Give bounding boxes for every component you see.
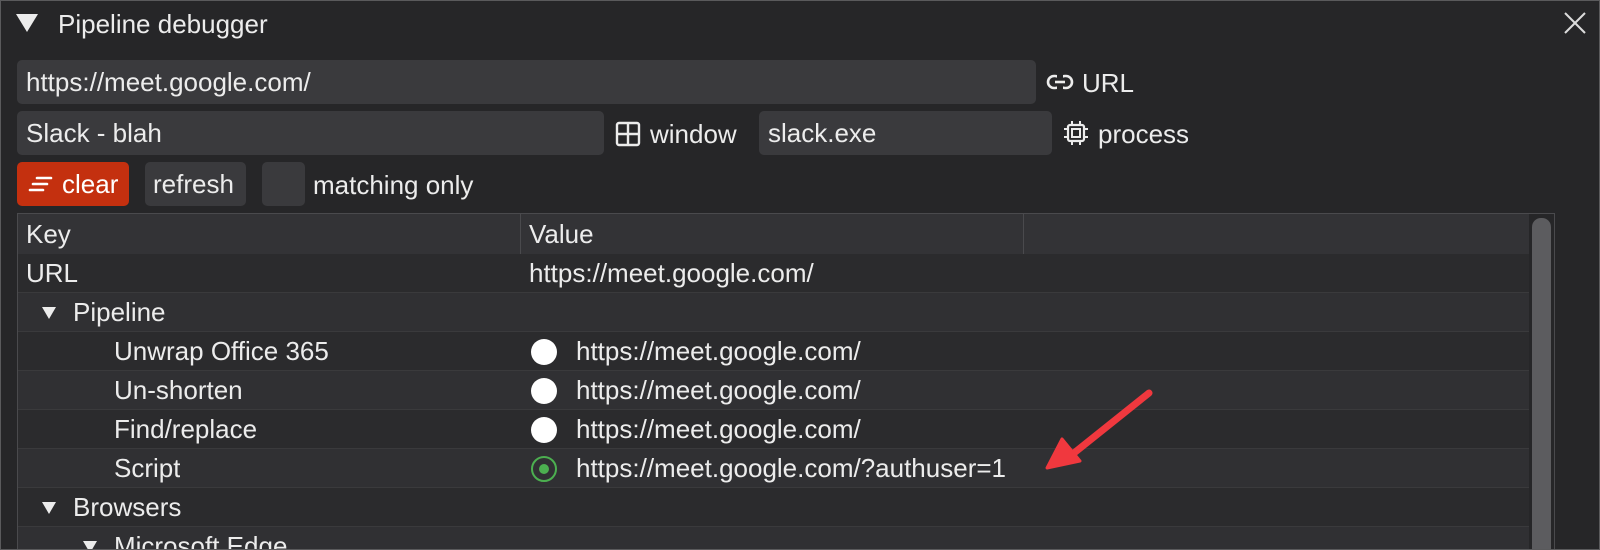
clear-button[interactable]: clear [17,162,129,206]
window-grid-icon [615,121,641,147]
cpu-chip-icon [1064,121,1088,145]
table-row[interactable]: Unwrap Office 365 https://meet.google.co… [18,332,1529,371]
url-label: URL [1082,68,1135,98]
clear-lines-icon [28,176,53,192]
clear-button-label: clear [62,169,119,199]
process-input[interactable]: slack.exe [759,111,1052,155]
table-row[interactable]: Script https://meet.google.com/?authuser… [18,449,1529,488]
row-value: https://meet.google.com/ [529,258,814,288]
close-icon[interactable] [1562,10,1588,36]
column-header-extra [1024,214,1529,254]
pipeline-debugger-window: Pipeline debugger https://meet.google.co… [0,0,1600,550]
matching-only-label: matching only [313,170,474,200]
table-row[interactable]: Microsoft Edge [18,527,1529,550]
step-value: https://meet.google.com/?authuser=1 [576,453,1006,483]
window-label: window [650,119,737,149]
step-value: https://meet.google.com/ [576,336,861,366]
process-label: process [1098,119,1190,149]
group-key: Pipeline [73,297,166,327]
step-key: Un-shorten [114,375,243,405]
expand-triangle-icon[interactable] [42,307,56,319]
title-bar: Pipeline debugger [1,1,1599,47]
window-title: Pipeline debugger [58,9,268,39]
scrollbar-thumb[interactable] [1532,218,1551,549]
step-key: Script [114,453,181,483]
step-value: https://meet.google.com/ [576,414,861,444]
collapse-triangle-icon[interactable] [16,14,38,32]
table-row[interactable]: Browsers [18,488,1529,527]
expand-triangle-icon[interactable] [42,502,56,514]
link-icon [1046,74,1074,90]
column-header-value[interactable]: Value [521,214,1023,254]
url-input[interactable]: https://meet.google.com/ [17,60,1036,104]
step-value: https://meet.google.com/ [576,375,861,405]
table-row[interactable]: Find/replace https://meet.google.com/ [18,410,1529,449]
matching-only-checkbox[interactable] [262,162,305,206]
status-unchanged-icon [531,339,557,365]
group-key: Browsers [73,492,182,522]
expand-triangle-icon[interactable] [83,541,97,549]
table-header: Key Value [18,214,1529,255]
table-row[interactable]: Pipeline [18,293,1529,332]
column-header-key[interactable]: Key [18,214,520,254]
table-row[interactable]: URL https://meet.google.com/ [18,254,1529,293]
pipeline-table: Key Value URL https://meet.google.com/ P… [17,213,1555,550]
refresh-button[interactable]: refresh [145,162,246,206]
status-changed-icon [531,456,557,482]
subgroup-key: Microsoft Edge [114,531,288,550]
window-input[interactable]: Slack - blah [17,111,604,155]
status-unchanged-icon [531,378,557,404]
status-unchanged-icon [531,417,557,443]
table-row[interactable]: Un-shorten https://meet.google.com/ [18,371,1529,410]
row-key: URL [26,258,79,288]
step-key: Find/replace [114,414,258,444]
step-key: Unwrap Office 365 [114,336,329,366]
